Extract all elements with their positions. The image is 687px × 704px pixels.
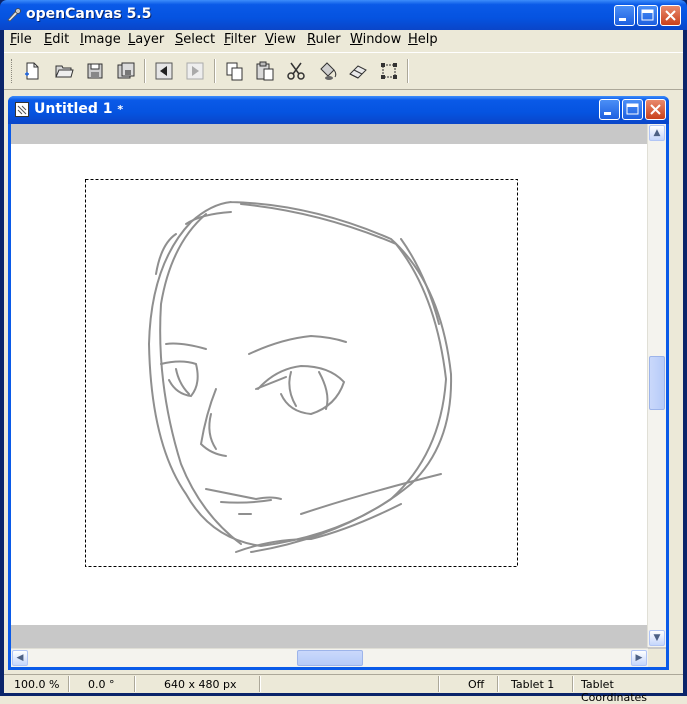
menu-help[interactable]: Help <box>408 32 438 47</box>
menu-layer[interactable]: Layer <box>128 32 164 47</box>
menu-window[interactable]: Window <box>350 32 401 47</box>
save-icon[interactable] <box>83 59 107 83</box>
status-tablet: Tablet 1 <box>511 678 555 691</box>
menu-select[interactable]: Select <box>175 32 215 47</box>
maximize-icon <box>641 9 654 21</box>
menu-layer-rest: ayer <box>135 32 165 47</box>
menu-bar: File Edit Image Layer Select Filter View… <box>4 30 683 50</box>
minimize-button[interactable] <box>614 5 635 26</box>
toolbar-separator <box>407 59 409 83</box>
cut-scissors-icon[interactable] <box>284 59 308 83</box>
scroll-left-button[interactable]: ◀ <box>12 650 28 666</box>
document-window: Untitled 1 * ▲ ▼ ◀ ▶ <box>8 96 669 670</box>
minimize-icon <box>619 18 626 21</box>
new-file-icon[interactable] <box>20 59 44 83</box>
menu-file-rest: ile <box>16 32 32 47</box>
toolbar-grip[interactable] <box>11 59 15 83</box>
status-separator <box>259 676 261 692</box>
status-separator <box>68 676 70 692</box>
menu-image[interactable]: Image <box>80 32 121 47</box>
doc-maximize-button[interactable] <box>622 99 643 120</box>
status-zoom: 100.0 % <box>14 678 60 691</box>
menu-edit-rest: dit <box>52 32 70 47</box>
horizontal-scroll-thumb[interactable] <box>297 650 363 666</box>
app-title-bar[interactable]: openCanvas 5.5 <box>0 0 687 30</box>
document-modified-marker: * <box>117 103 124 116</box>
status-coordinates: Tablet Coordinates <box>581 678 648 704</box>
menu-view-key: V <box>265 32 274 47</box>
menu-view-rest: iew <box>273 32 296 47</box>
status-separator <box>572 676 574 692</box>
main-toolbar <box>4 52 683 90</box>
sketch-drawing <box>85 179 518 567</box>
vertical-scroll-thumb[interactable] <box>649 356 665 410</box>
status-separator <box>134 676 136 692</box>
scroll-down-button[interactable]: ▼ <box>649 630 665 646</box>
document-title: Untitled 1 * <box>34 101 123 117</box>
open-folder-icon[interactable] <box>52 59 76 83</box>
minimize-icon <box>604 112 611 115</box>
menu-image-rest: mage <box>83 32 121 47</box>
menu-help-key: H <box>408 32 418 47</box>
menu-edit[interactable]: Edit <box>44 32 69 47</box>
menu-ruler[interactable]: Ruler <box>307 32 341 47</box>
app-window: openCanvas 5.5 File Edit Image Layer Sel… <box>0 0 687 704</box>
menu-edit-key: E <box>44 32 53 47</box>
menu-file[interactable]: File <box>10 32 32 47</box>
scroll-corner <box>648 649 666 667</box>
fill-bucket-icon[interactable] <box>315 59 339 83</box>
menu-window-key: W <box>350 32 363 47</box>
copy-icon[interactable] <box>222 59 246 83</box>
status-separator <box>438 676 440 692</box>
close-icon <box>665 10 676 21</box>
menu-filter-rest: ilter <box>230 32 257 47</box>
status-bar: 100.0 % 0.0 ° 640 x 480 px Off Tablet 1 … <box>4 674 683 704</box>
vertical-scrollbar[interactable]: ▲ ▼ <box>647 124 666 647</box>
close-button[interactable] <box>660 5 681 26</box>
document-title-text: Untitled 1 <box>34 101 113 117</box>
status-mode: Off <box>468 678 485 691</box>
opencanvas-logo-icon <box>7 8 21 22</box>
menu-view[interactable]: View <box>265 32 296 47</box>
menu-select-rest: elect <box>183 32 216 47</box>
canvas-paper[interactable] <box>11 144 647 625</box>
toolbar-separator <box>144 59 146 83</box>
menu-filter[interactable]: Filter <box>224 32 256 47</box>
document-title-bar[interactable]: Untitled 1 * <box>8 96 669 124</box>
transform-icon[interactable] <box>377 59 401 83</box>
canvas-viewport[interactable]: ▲ ▼ ◀ ▶ <box>11 124 666 667</box>
menu-window-rest: indow <box>362 32 402 47</box>
redo-arrow-icon[interactable] <box>183 59 207 83</box>
app-title: openCanvas 5.5 <box>26 6 152 22</box>
eraser-icon[interactable] <box>346 59 370 83</box>
paste-icon[interactable] <box>253 59 277 83</box>
face-sketch <box>147 201 453 553</box>
undo-arrow-icon[interactable] <box>152 59 176 83</box>
document-icon <box>15 102 29 117</box>
app-client-area: File Edit Image Layer Select Filter View… <box>4 30 683 704</box>
doc-close-button[interactable] <box>645 99 666 120</box>
scroll-right-button[interactable]: ▶ <box>631 650 647 666</box>
scroll-up-button[interactable]: ▲ <box>649 125 665 141</box>
menu-help-rest: elp <box>417 32 438 47</box>
menu-ruler-rest: uler <box>315 32 341 47</box>
status-separator <box>497 676 499 692</box>
maximize-button[interactable] <box>637 5 658 26</box>
horizontal-scrollbar[interactable]: ◀ ▶ <box>11 648 648 667</box>
doc-minimize-button[interactable] <box>599 99 620 120</box>
save-all-icon[interactable] <box>114 59 138 83</box>
status-rotation: 0.0 ° <box>88 678 115 691</box>
maximize-icon <box>626 103 639 115</box>
close-icon <box>650 104 661 115</box>
toolbar-separator <box>214 59 216 83</box>
status-canvas-size: 640 x 480 px <box>164 678 237 691</box>
